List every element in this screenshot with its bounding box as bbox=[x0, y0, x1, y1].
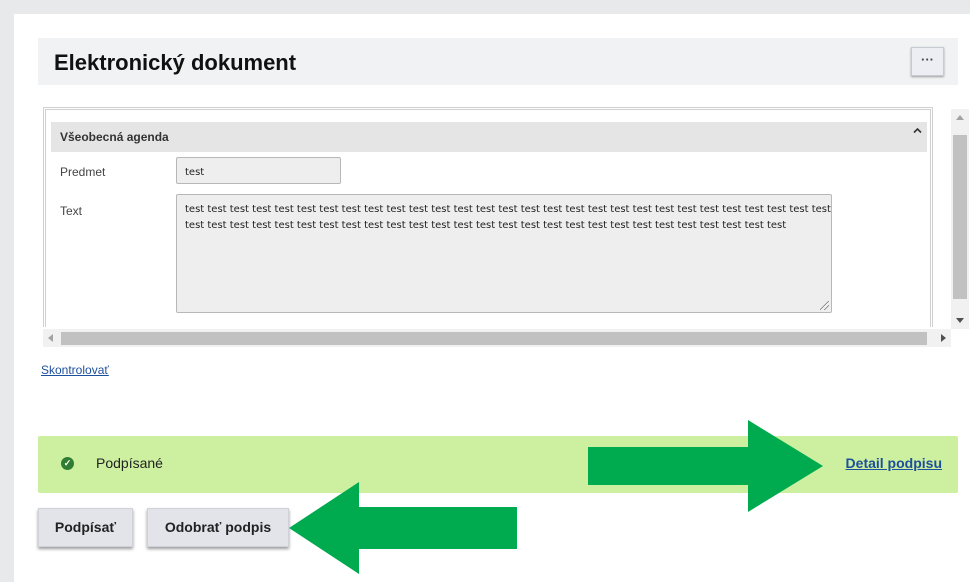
text-area-value: test test test test test test test test … bbox=[185, 204, 831, 231]
signature-detail-link[interactable]: Detail podpisu bbox=[846, 455, 942, 471]
status-text: Podpísané bbox=[96, 455, 163, 471]
sign-button[interactable]: Podpísať bbox=[38, 508, 133, 547]
page-title: Elektronický dokument bbox=[54, 50, 297, 75]
horizontal-scroll-thumb[interactable] bbox=[61, 332, 927, 345]
section-title: Všeobecná agenda bbox=[60, 130, 169, 144]
document-form: Všeobecná agenda Predmet test Text test … bbox=[43, 107, 933, 327]
subject-label: Predmet bbox=[60, 165, 106, 179]
more-options-button[interactable]: ··· bbox=[911, 47, 944, 76]
check-link[interactable]: Skontrolovať bbox=[41, 363, 109, 377]
remove-signature-button[interactable]: Odobrať podpis bbox=[147, 508, 289, 547]
document-viewer: Všeobecná agenda Predmet test Text test … bbox=[43, 107, 970, 347]
chevron-up-icon[interactable] bbox=[913, 126, 922, 138]
document-header: Elektronický dokument ··· bbox=[38, 38, 958, 85]
check-circle-icon: ✓ bbox=[61, 457, 74, 470]
scroll-left-icon[interactable] bbox=[48, 334, 53, 342]
scroll-up-icon[interactable] bbox=[956, 115, 964, 120]
vertical-scroll-thumb[interactable] bbox=[953, 135, 967, 299]
subject-input[interactable]: test bbox=[176, 157, 341, 184]
arrow-right-icon bbox=[588, 420, 823, 512]
horizontal-scrollbar[interactable] bbox=[43, 329, 951, 347]
scroll-right-icon[interactable] bbox=[941, 334, 946, 342]
section-header[interactable]: Všeobecná agenda bbox=[51, 122, 927, 152]
text-area[interactable]: test test test test test test test test … bbox=[176, 194, 832, 313]
page-content: Elektronický dokument ··· Všeobecná agen… bbox=[14, 14, 970, 582]
scroll-down-icon[interactable] bbox=[956, 318, 964, 323]
vertical-scrollbar[interactable] bbox=[951, 109, 969, 329]
arrow-left-icon bbox=[289, 482, 517, 574]
text-label: Text bbox=[60, 204, 83, 218]
resize-grip-icon[interactable] bbox=[820, 301, 829, 310]
